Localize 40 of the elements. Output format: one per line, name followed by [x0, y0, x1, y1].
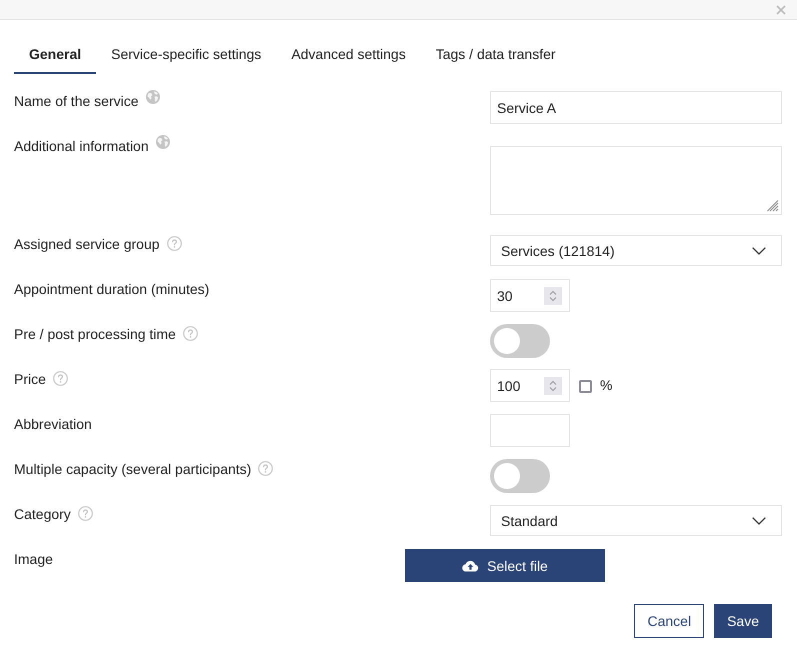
help-icon[interactable] [166, 236, 182, 251]
number-field[interactable]: 100 [490, 369, 570, 402]
dropdown[interactable]: Standard [490, 505, 782, 536]
field-label: Image [14, 550, 53, 569]
tab[interactable]: Tags / data transfer [420, 34, 571, 74]
field-label: Assigned service group [14, 235, 160, 254]
number-field[interactable]: 30 [490, 279, 570, 312]
tab[interactable]: Service-specific settings [96, 34, 276, 74]
field-label: Name of the service [14, 92, 138, 111]
field-label: Category [14, 505, 71, 524]
close-icon[interactable] [776, 4, 786, 14]
field-label: Additional information [14, 137, 149, 156]
toggle-switch[interactable] [490, 459, 550, 493]
spinner-icon[interactable] [544, 376, 562, 394]
tab[interactable]: Advanced settings [276, 34, 421, 74]
field-label: Appointment duration (minutes) [14, 280, 210, 299]
tab[interactable]: General [14, 34, 96, 74]
percent-label: % [600, 376, 612, 392]
resize-handle-icon[interactable] [767, 200, 779, 212]
toggle-switch[interactable] [490, 324, 550, 358]
help-icon[interactable] [258, 461, 274, 476]
spinner-icon[interactable] [544, 286, 562, 304]
checkbox[interactable] [579, 380, 592, 393]
field-label: Multiple capacity (several participants) [14, 460, 252, 479]
text-field[interactable]: Service A [490, 91, 782, 124]
help-icon[interactable] [52, 371, 68, 386]
textarea-field[interactable] [490, 146, 782, 215]
select-file-button[interactable]: Select file [405, 549, 605, 582]
dropdown[interactable]: Services (121814) [490, 235, 782, 266]
chevron-down-icon [752, 516, 766, 524]
cloud-upload-icon [462, 559, 480, 572]
help-icon[interactable] [182, 326, 198, 341]
help-icon[interactable] [78, 506, 93, 521]
field-label: Pre / post processing time [14, 325, 176, 344]
field-label: Price [14, 370, 46, 389]
save-button[interactable]: Save [714, 604, 772, 638]
chevron-down-icon [752, 246, 766, 254]
text-field[interactable] [490, 414, 570, 447]
cancel-button[interactable]: Cancel [634, 604, 704, 638]
field-label: Abbreviation [14, 415, 92, 434]
